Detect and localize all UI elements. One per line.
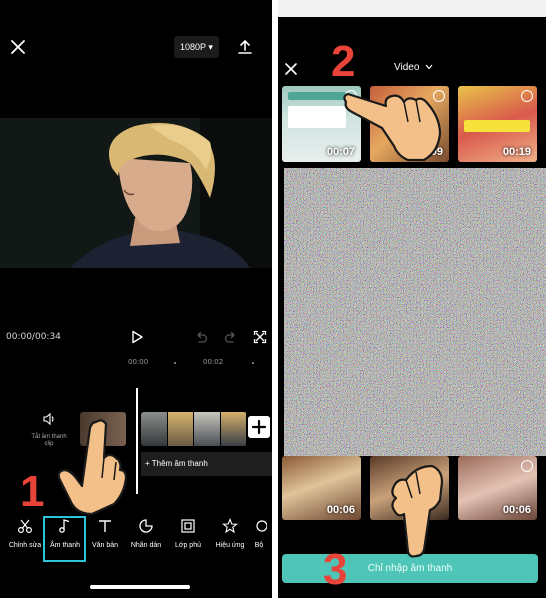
- close-icon[interactable]: [9, 38, 27, 56]
- tool-label: Lớp phủ: [174, 542, 201, 549]
- timeline-frame: [141, 412, 168, 446]
- effects-star-icon: [222, 518, 238, 534]
- pixelated-region-image: [284, 168, 546, 456]
- thumb-app-header: [288, 92, 346, 100]
- thumbnail-duration: 00:06: [326, 504, 355, 516]
- timeline-playhead[interactable]: [136, 388, 138, 494]
- thumb-card: [288, 106, 346, 128]
- filter-icon: [256, 520, 268, 532]
- tool-label: Âm thanh: [50, 542, 80, 549]
- ruler-dot: [174, 362, 176, 364]
- step-number-1: 1: [20, 467, 45, 516]
- preview-frame-image: [0, 118, 272, 268]
- playback-timecode: 00:00/00:34: [6, 332, 61, 342]
- album-dropdown[interactable]: Video: [394, 62, 433, 73]
- timeline-frame: [220, 412, 247, 446]
- redo-icon[interactable]: [224, 330, 238, 344]
- timeline-frame: [194, 412, 221, 446]
- fullscreen-icon[interactable]: [253, 330, 267, 344]
- overlay-icon: [181, 519, 195, 533]
- tool-overlay[interactable]: Lớp phủ: [166, 518, 210, 549]
- tool-audio[interactable]: Âm thanh: [43, 518, 87, 549]
- resolution-dropdown[interactable]: 1080P ▾: [174, 36, 219, 58]
- timeline-clip-strip[interactable]: [141, 412, 247, 446]
- chevron-down-icon: [425, 64, 433, 70]
- tool-text[interactable]: Văn bản: [83, 518, 127, 549]
- tool-filter[interactable]: Bộ: [244, 518, 272, 549]
- thumbnail-duration: 00:06: [502, 504, 531, 516]
- tool-label: Văn bản: [91, 542, 119, 549]
- sticker-icon: [139, 519, 153, 533]
- close-icon[interactable]: [284, 62, 298, 76]
- pointing-hand-icon: [57, 419, 128, 516]
- video-thumbnail[interactable]: 00:19: [458, 86, 537, 162]
- tool-sticker[interactable]: Nhãn dán: [124, 518, 168, 549]
- tool-label: Nhãn dán: [130, 542, 162, 549]
- video-preview: [0, 118, 272, 268]
- video-thumbnail[interactable]: 00:06: [458, 456, 537, 520]
- scissors-icon: [17, 519, 33, 534]
- timeline-frame: [167, 412, 194, 446]
- tool-label: Chỉnh sửa: [8, 542, 42, 549]
- add-audio-track-button[interactable]: + Thêm âm thanh: [141, 452, 272, 476]
- ruler-mark-mid: 00:02: [203, 358, 224, 366]
- step-number-2: 2: [331, 37, 356, 86]
- text-icon: [99, 520, 111, 532]
- step-number-3: 3: [323, 545, 348, 594]
- ruler-dot: [252, 362, 254, 364]
- video-thumbnail[interactable]: 00:06: [282, 456, 361, 520]
- pointing-hand-icon: [391, 464, 444, 558]
- thumbnail-duration: 00:19: [502, 146, 531, 158]
- undo-icon[interactable]: [194, 330, 208, 344]
- status-strip: [278, 0, 546, 17]
- album-title: Video: [394, 62, 420, 73]
- play-icon[interactable]: [130, 330, 144, 344]
- export-upload-icon[interactable]: [236, 38, 254, 56]
- pointing-hand-icon: [343, 92, 442, 162]
- add-clip-plus-icon[interactable]: [248, 416, 270, 438]
- select-circle[interactable]: [521, 90, 533, 102]
- home-indicator: [90, 585, 190, 589]
- select-circle[interactable]: [521, 460, 533, 472]
- tool-label: Bộ: [254, 542, 264, 549]
- tool-edit[interactable]: Chỉnh sửa: [3, 518, 47, 549]
- thumb-caption-bar: [464, 120, 530, 132]
- ruler-mark-start: 00:00: [128, 358, 149, 366]
- music-note-icon: [59, 519, 70, 533]
- bottom-toolbar: Chỉnh sửa Âm thanh Văn bản Nhãn dán Lớp …: [0, 518, 272, 564]
